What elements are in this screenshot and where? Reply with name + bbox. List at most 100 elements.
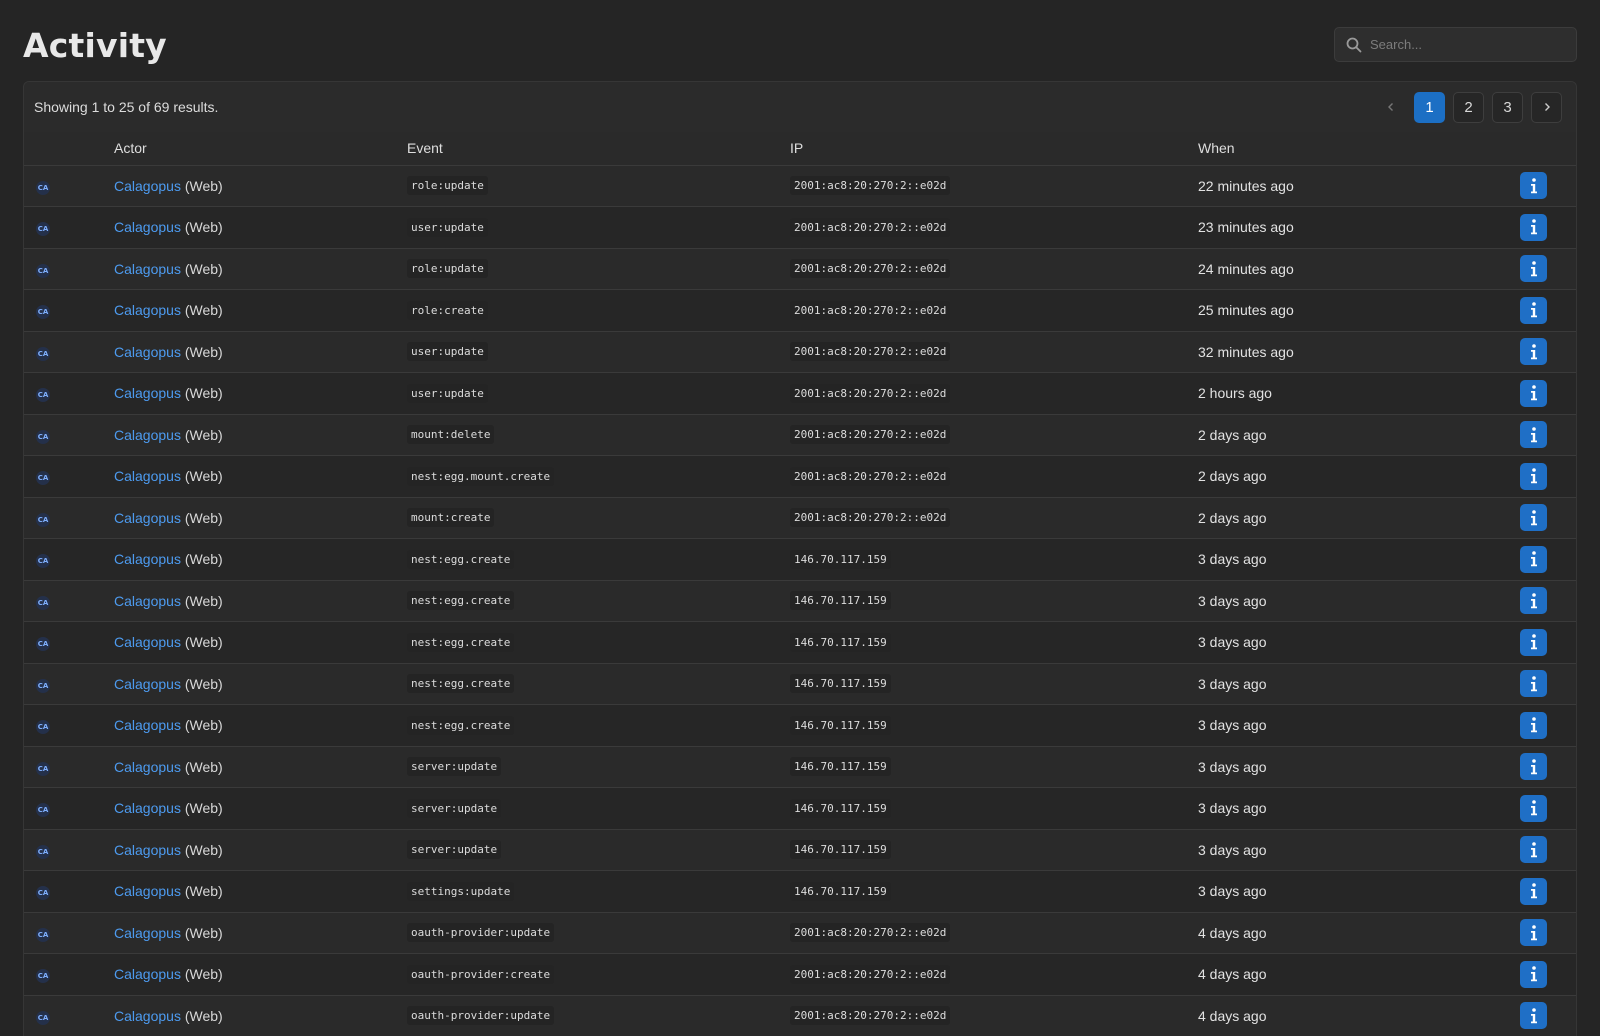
- actor-source: (Web): [184, 385, 223, 402]
- actor-link[interactable]: Calagopus: [114, 551, 181, 567]
- actor-link[interactable]: Calagopus: [114, 759, 181, 775]
- chevron-right-icon: [1544, 103, 1550, 111]
- actor-link[interactable]: Calagopus: [114, 842, 181, 858]
- actions-column-header: [1518, 132, 1576, 166]
- when-cell: 2 days ago: [1198, 509, 1267, 526]
- info-button[interactable]: [1520, 255, 1547, 283]
- actor-cell: Calagopus (Web): [114, 373, 407, 415]
- info-button[interactable]: [1520, 338, 1547, 366]
- actor-link[interactable]: Calagopus: [114, 925, 181, 941]
- avatar: CA: [36, 844, 50, 859]
- info-button[interactable]: [1520, 960, 1547, 988]
- event-code: nest:egg.create: [407, 674, 515, 694]
- info-button[interactable]: [1520, 670, 1547, 698]
- info-button[interactable]: [1520, 462, 1547, 490]
- info-button[interactable]: [1520, 753, 1547, 781]
- actions-cell: [1518, 373, 1576, 415]
- actor-link[interactable]: Calagopus: [114, 593, 181, 609]
- actor-link[interactable]: Calagopus: [114, 219, 181, 235]
- info-button[interactable]: [1520, 877, 1547, 905]
- actor-link[interactable]: Calagopus: [114, 468, 181, 484]
- search-box[interactable]: [1334, 27, 1577, 62]
- event-cell: role:update: [407, 248, 790, 290]
- info-button[interactable]: [1520, 545, 1547, 573]
- actions-cell: [1518, 829, 1576, 871]
- avatar: CA: [36, 803, 50, 818]
- ip-code: 2001:ac8:20:270:2::e02d: [790, 964, 951, 984]
- info-button[interactable]: [1520, 794, 1547, 822]
- info-icon: [1530, 924, 1537, 940]
- actor-link[interactable]: Calagopus: [114, 883, 181, 899]
- avatar: CA: [36, 637, 50, 652]
- actor-source: (Web): [184, 260, 223, 277]
- next-page-button[interactable]: [1531, 91, 1562, 123]
- info-button[interactable]: [1520, 504, 1547, 532]
- table-row: CA Calagopus (Web) nest:egg.create 146.7…: [24, 704, 1576, 747]
- actor-link[interactable]: Calagopus: [114, 717, 181, 733]
- info-button[interactable]: [1520, 421, 1547, 449]
- page-button-1[interactable]: 1: [1414, 91, 1445, 123]
- activity-panel: Showing 1 to 25 of 69 results. 1 2 3 Act…: [23, 81, 1577, 1036]
- actor-source: (Web): [184, 592, 223, 609]
- actor-link[interactable]: Calagopus: [114, 385, 181, 401]
- actor-cell: Calagopus (Web): [114, 207, 407, 249]
- event-code: oauth-provider:update: [407, 1006, 555, 1026]
- actor-link[interactable]: Calagopus: [114, 302, 181, 318]
- info-button[interactable]: [1520, 172, 1547, 200]
- info-button[interactable]: [1520, 379, 1547, 407]
- ip-cell: 2001:ac8:20:270:2::e02d: [790, 373, 1198, 415]
- event-cell: mount:delete: [407, 414, 790, 456]
- actor-source: (Web): [184, 426, 223, 443]
- info-button[interactable]: [1520, 587, 1547, 615]
- prev-page-button[interactable]: [1375, 92, 1406, 123]
- info-icon: [1530, 426, 1537, 442]
- actions-cell: [1518, 954, 1576, 996]
- ip-cell: 2001:ac8:20:270:2::e02d: [790, 456, 1198, 498]
- actor-cell: Calagopus (Web): [114, 705, 407, 747]
- page-button-3[interactable]: 3: [1492, 91, 1523, 123]
- info-button[interactable]: [1520, 1002, 1547, 1030]
- info-button[interactable]: [1520, 628, 1547, 656]
- search-input[interactable]: [1370, 37, 1560, 52]
- info-icon: [1530, 1007, 1537, 1023]
- when-cell: 22 minutes ago: [1198, 177, 1294, 194]
- actor-link[interactable]: Calagopus: [114, 1008, 181, 1024]
- table-row: CA Calagopus (Web) mount:create 2001:ac8…: [24, 497, 1576, 539]
- actor-link[interactable]: Calagopus: [114, 966, 181, 982]
- table-row: CA Calagopus (Web) user:update 2001:ac8:…: [24, 331, 1576, 373]
- info-icon: [1530, 841, 1537, 857]
- actor-link[interactable]: Calagopus: [114, 261, 181, 277]
- when-cell: 2 days ago: [1198, 426, 1267, 443]
- page-button-2[interactable]: 2: [1453, 91, 1484, 123]
- avatar: CA: [36, 761, 50, 776]
- actor-link[interactable]: Calagopus: [114, 344, 181, 360]
- info-icon: [1530, 800, 1537, 816]
- actor-link[interactable]: Calagopus: [114, 800, 181, 816]
- ip-cell: 2001:ac8:20:270:2::e02d: [790, 165, 1198, 207]
- ip-cell: 2001:ac8:20:270:2::e02d: [790, 497, 1198, 539]
- event-code: oauth-provider:update: [407, 923, 555, 943]
- activity-table: Actor Event IP When CA Calagopus (Web) r…: [24, 132, 1576, 1036]
- ip-code: 2001:ac8:20:270:2::e02d: [790, 383, 951, 403]
- actor-link[interactable]: Calagopus: [114, 510, 181, 526]
- actor-link[interactable]: Calagopus: [114, 178, 181, 194]
- ip-code: 146.70.117.159: [790, 840, 891, 860]
- table-body: CA Calagopus (Web) role:update 2001:ac8:…: [24, 165, 1576, 1036]
- when-cell: 3 days ago: [1198, 717, 1267, 734]
- info-button[interactable]: [1520, 836, 1547, 864]
- when-cell: 23 minutes ago: [1198, 219, 1294, 236]
- when-cell: 2 hours ago: [1198, 385, 1272, 402]
- actions-cell: [1518, 456, 1576, 498]
- actions-cell: [1518, 331, 1576, 373]
- ip-cell: 2001:ac8:20:270:2::e02d: [790, 331, 1198, 373]
- info-button[interactable]: [1520, 711, 1547, 739]
- actor-link[interactable]: Calagopus: [114, 676, 181, 692]
- info-icon: [1530, 177, 1537, 193]
- info-button[interactable]: [1520, 213, 1547, 241]
- ip-code: 146.70.117.159: [790, 798, 891, 818]
- actor-link[interactable]: Calagopus: [114, 427, 181, 443]
- actor-link[interactable]: Calagopus: [114, 634, 181, 650]
- info-button[interactable]: [1520, 296, 1547, 324]
- info-button[interactable]: [1520, 919, 1547, 947]
- ip-code: 146.70.117.159: [790, 715, 891, 735]
